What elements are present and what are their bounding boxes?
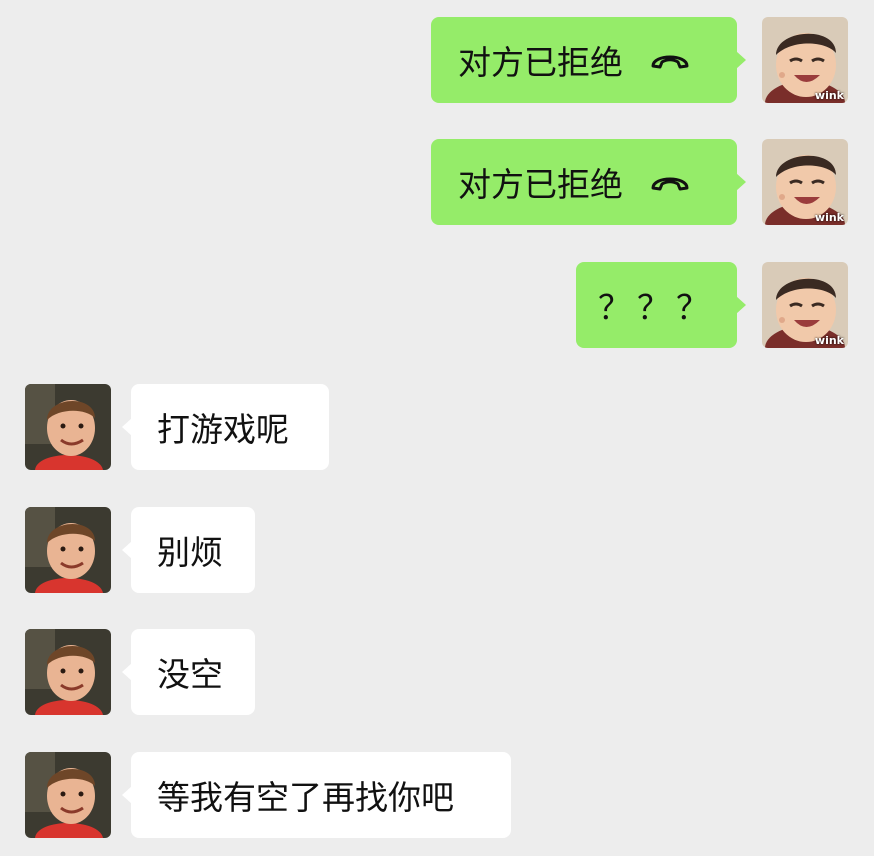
message-row: 对方已拒绝 wink <box>0 17 874 103</box>
message-text: ？？？ <box>598 288 715 327</box>
message-text: 没空 <box>157 655 223 694</box>
bubble-tail <box>736 51 746 69</box>
call-declined-bubble[interactable]: 对方已拒绝 <box>431 17 746 103</box>
phone-hangup-icon <box>649 170 691 194</box>
wink-caption: wink <box>814 334 844 347</box>
message-bubble[interactable]: 等我有空了再找你吧 <box>122 752 511 838</box>
message-row: 没空 <box>0 629 874 715</box>
boy-smiling-avatar <box>25 507 111 593</box>
bubble-tail <box>736 173 746 191</box>
contact-avatar[interactable] <box>25 507 111 593</box>
bubble-tail <box>122 663 132 681</box>
bubble-tail <box>122 418 132 436</box>
wink-caption: wink <box>814 89 844 102</box>
phone-hangup-icon <box>649 48 691 72</box>
boy-smiling-avatar <box>25 752 111 838</box>
message-row: 等我有空了再找你吧 <box>0 752 874 838</box>
message-row: 别烦 <box>0 507 874 593</box>
wink-caption: wink <box>814 211 844 224</box>
chat-area: 对方已拒绝 wink 对方已拒绝 wink ？？？ wink 打游戏呢 别烦 没… <box>0 0 874 856</box>
boy-smiling-avatar <box>25 629 111 715</box>
self-avatar[interactable]: wink <box>762 139 848 225</box>
message-text: 对方已拒绝 <box>458 165 623 204</box>
message-text: 打游戏呢 <box>157 410 289 449</box>
bubble-tail <box>122 786 132 804</box>
message-row: 打游戏呢 <box>0 384 874 470</box>
message-bubble[interactable]: 没空 <box>122 629 255 715</box>
message-bubble[interactable]: ？？？ <box>576 262 746 348</box>
bubble-tail <box>736 296 746 314</box>
contact-avatar[interactable] <box>25 629 111 715</box>
message-row: 对方已拒绝 wink <box>0 139 874 225</box>
contact-avatar[interactable] <box>25 384 111 470</box>
call-declined-bubble[interactable]: 对方已拒绝 <box>431 139 746 225</box>
contact-avatar[interactable] <box>25 752 111 838</box>
message-bubble[interactable]: 打游戏呢 <box>122 384 329 470</box>
self-avatar[interactable]: wink <box>762 17 848 103</box>
bubble-tail <box>122 541 132 559</box>
self-avatar[interactable]: wink <box>762 262 848 348</box>
boy-smiling-avatar <box>25 384 111 470</box>
message-row: ？？？ wink <box>0 262 874 348</box>
message-text: 别烦 <box>157 533 223 572</box>
message-text: 对方已拒绝 <box>458 43 623 82</box>
message-bubble[interactable]: 别烦 <box>122 507 255 593</box>
message-text: 等我有空了再找你吧 <box>157 778 454 817</box>
